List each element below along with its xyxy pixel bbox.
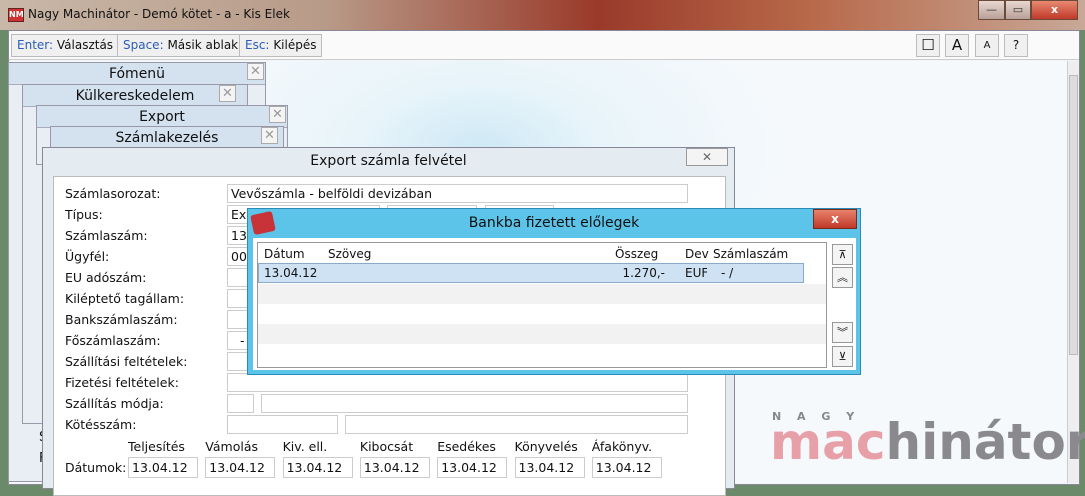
nagy-machinator-logo: N A G Y machinátor <box>770 410 1085 471</box>
column-header-text[interactable]: Szöveg <box>328 247 371 261</box>
field-label: Típus: <box>65 207 103 222</box>
field-label: Számlaszám: <box>65 228 148 243</box>
font-larger-button[interactable]: A <box>945 34 969 57</box>
field-input[interactable] <box>227 373 688 392</box>
maximize-button[interactable]: ▭ <box>1005 0 1031 20</box>
date-input[interactable]: 13.04.12 <box>591 457 662 478</box>
toolbar: Enter: Választás Space: Másik ablak Esc:… <box>9 31 1079 60</box>
column-header-amount[interactable]: Összeg <box>615 247 658 261</box>
close-icon[interactable]: ✕ <box>261 127 278 144</box>
dialog-body: Dátum Szöveg Összeg Dev Számlaszám 13.04… <box>253 238 856 370</box>
scrollbar-thumb[interactable] <box>1069 75 1078 355</box>
close-dialog-button[interactable]: ✕ <box>686 148 728 166</box>
close-window-button[interactable]: x <box>1031 0 1078 20</box>
date-column-label: Teljesítés <box>128 439 185 454</box>
column-header-currency[interactable]: Dev <box>685 247 709 261</box>
date-column-label: Vámolás <box>205 439 259 454</box>
date-input[interactable]: 13.04.12 <box>205 457 276 478</box>
column-header-account[interactable]: Számlaszám <box>713 247 788 261</box>
table-row[interactable]: 13.04.12 1.270,- EUF - / <box>258 263 804 283</box>
panel-title: Export <box>37 106 287 128</box>
dialog-title: Export számla felvétel <box>310 153 467 169</box>
date-column-label: Kiv. ell. <box>282 439 328 454</box>
dialog-title: Bankba fizetett előlegek <box>468 215 640 231</box>
help-button[interactable]: ? <box>1004 34 1028 57</box>
table-row[interactable] <box>258 324 826 344</box>
advances-list: Dátum Szöveg Összeg Dev Számlaszám 13.04… <box>257 242 827 368</box>
page-down-button[interactable]: ︾ <box>832 322 853 343</box>
date-input[interactable]: 13.04.12 <box>514 457 585 478</box>
field-input[interactable] <box>345 415 688 434</box>
field-input[interactable] <box>227 415 338 434</box>
close-icon[interactable]: ✕ <box>247 63 264 80</box>
app-icon: NM <box>8 8 24 22</box>
field-label: Szállítási feltételek: <box>65 354 188 369</box>
field-label: Főszámlaszám: <box>65 333 161 348</box>
field-label: Ügyfél: <box>65 249 110 264</box>
minimize-button[interactable]: — <box>978 0 1005 20</box>
date-input[interactable]: 13.04.12 <box>128 457 198 478</box>
field-label: Szállítás módja: <box>65 396 164 411</box>
table-row[interactable] <box>258 344 826 364</box>
date-column-label: Áfakönyv. <box>591 439 653 454</box>
field-label: Számlasorozat: <box>65 186 161 201</box>
panel-title: Számlakezelés <box>51 127 283 149</box>
bank-advances-dialog: Bankba fizetett előlegek x Dátum Szöveg … <box>247 208 861 375</box>
table-row[interactable] <box>258 284 826 304</box>
date-column-label: Esedékes <box>437 439 496 454</box>
scroll-bottom-button[interactable]: ⊻ <box>832 346 853 367</box>
field-label: Kötésszám: <box>65 417 137 432</box>
date-input[interactable]: 13.04.12 <box>359 457 430 478</box>
date-input[interactable]: 13.04.12 <box>282 457 353 478</box>
window-title: Nagy Machinátor - Demó kötet - a - Kis E… <box>28 7 290 21</box>
font-smaller-button[interactable]: A <box>975 34 999 57</box>
enter-select-button[interactable]: Enter: Választás <box>11 34 120 57</box>
field-input[interactable]: Vevőszámla - belföldi devizában <box>227 184 688 203</box>
column-header-date[interactable]: Dátum <box>264 247 305 261</box>
field-label: Bankszámlaszám: <box>65 312 178 327</box>
esc-exit-button[interactable]: Esc: Kilépés <box>239 34 323 57</box>
date-input[interactable]: 13.04.12 <box>437 457 508 478</box>
space-other-window-button[interactable]: Space: Másik ablak <box>117 34 245 57</box>
page-up-button[interactable]: ︽ <box>832 267 853 288</box>
dates-label: Dátumok: <box>65 460 127 475</box>
close-icon[interactable]: ✕ <box>219 85 236 102</box>
date-column-label: Kibocsát <box>359 439 414 454</box>
date-column-label: Könyvelés <box>514 439 578 454</box>
close-icon[interactable]: ✕ <box>269 106 286 123</box>
field-input[interactable] <box>227 394 254 413</box>
close-dialog-button[interactable]: x <box>813 209 857 229</box>
field-label: Fizetési feltételek: <box>65 375 179 390</box>
field-label: EU adószám: <box>65 270 147 285</box>
table-row[interactable] <box>258 304 826 324</box>
field-label: Kiléptető tagállam: <box>65 291 185 306</box>
scroll-top-button[interactable]: ⊼ <box>832 244 853 265</box>
field-input[interactable] <box>261 394 688 413</box>
panel-title: Külkereskedelem <box>23 85 247 107</box>
window-mode-button[interactable]: ☐ <box>916 34 940 57</box>
panel-title: Fómenü <box>9 63 265 85</box>
title-bar: NM Nagy Machinátor - Demó kötet - a - Ki… <box>0 0 1085 30</box>
